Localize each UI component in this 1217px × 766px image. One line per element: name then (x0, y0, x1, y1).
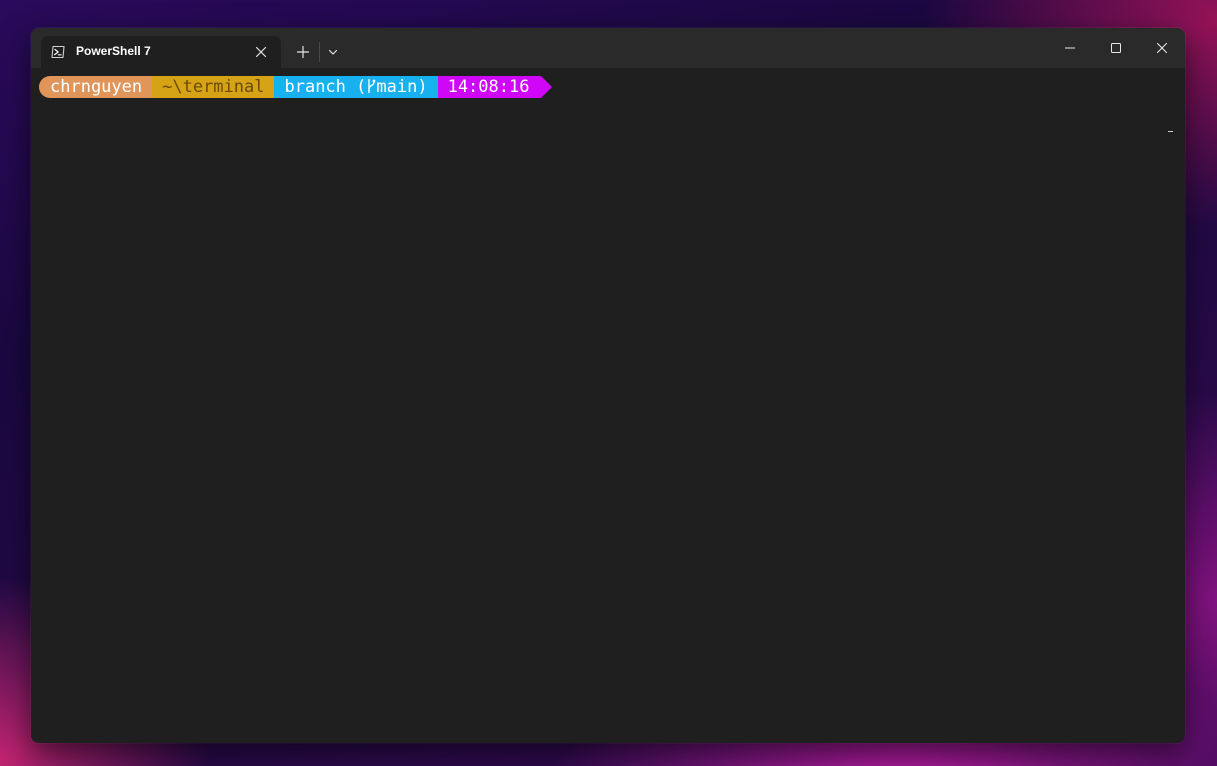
title-bar[interactable]: PowerShell 7 (31, 28, 1185, 68)
prompt-arrow-icon (541, 76, 553, 98)
prompt-git-branch: main (376, 77, 418, 97)
prompt-user-segment: chrnguyen (39, 76, 153, 98)
git-branch-icon (368, 79, 376, 93)
minimize-icon[interactable] (1047, 34, 1093, 62)
shell-prompt: chrnguyen ~\terminal branch ( main) 14:08… (39, 76, 553, 98)
close-icon[interactable] (1139, 34, 1185, 62)
chevron-down-icon[interactable] (323, 40, 343, 64)
tab-title: PowerShell 7 (76, 44, 151, 58)
prompt-path-segment: ~\terminal (152, 76, 275, 98)
maximize-icon[interactable] (1093, 34, 1139, 62)
prompt-git-segment: branch ( main) (274, 76, 438, 98)
powershell-icon (51, 45, 65, 59)
tab-divider (319, 42, 320, 62)
prompt-git-prefix: branch ( (284, 77, 367, 97)
tab-powershell[interactable]: PowerShell 7 (41, 36, 281, 68)
prompt-git-suffix: ) (417, 77, 428, 97)
plus-icon[interactable] (291, 40, 315, 64)
scrollbar-mark[interactable] (1168, 131, 1173, 132)
terminal-pane[interactable]: chrnguyen ~\terminal branch ( main) 14:08… (31, 68, 1185, 743)
terminal-window: PowerShell 7 chrnguyen ~\terminal branch… (31, 28, 1185, 743)
prompt-time-segment: 14:08:16 (437, 76, 542, 98)
close-icon[interactable] (251, 42, 271, 62)
